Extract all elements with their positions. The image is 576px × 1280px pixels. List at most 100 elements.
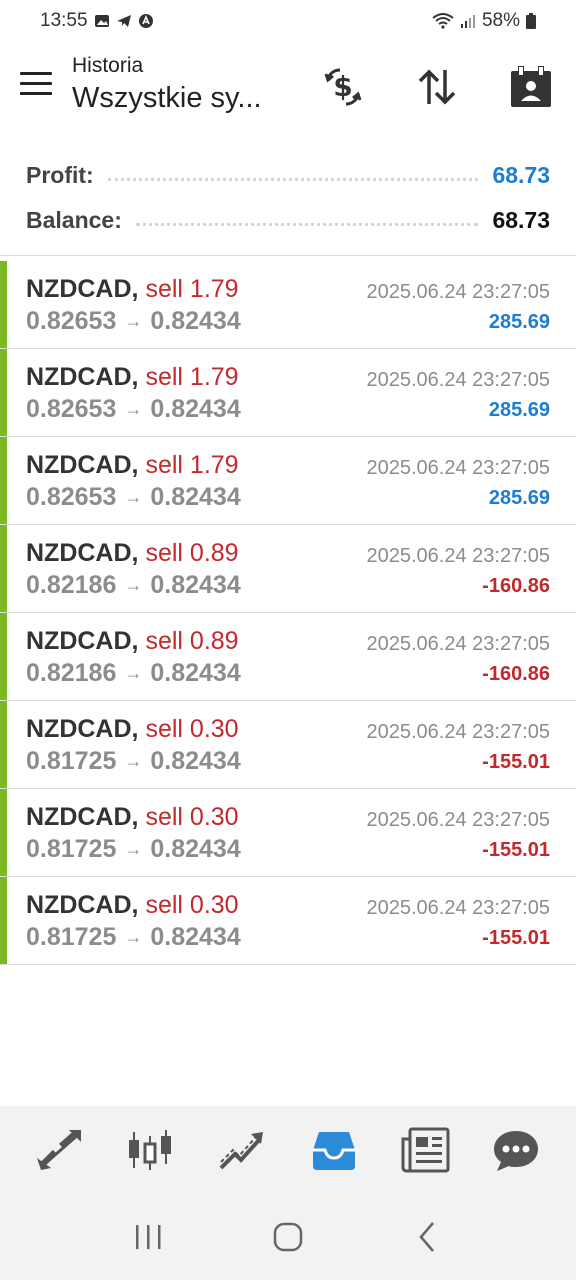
bottom-tab-bar bbox=[0, 1106, 576, 1194]
deal-close-price: 0.82434 bbox=[150, 395, 241, 423]
arrow-right-icon: → bbox=[124, 487, 143, 507]
home-icon[interactable] bbox=[263, 1212, 313, 1262]
deal-time: 2025.06.24 23:27:05 bbox=[366, 721, 550, 743]
deal-open-price: 0.82653 bbox=[26, 395, 117, 423]
deal-symbol: NZDCAD, bbox=[26, 715, 139, 743]
deal-direction: sell 0.30 bbox=[145, 715, 239, 743]
deal-row[interactable]: NZDCAD, sell 1.79 0.82653 → 0.82434 2025.06.… bbox=[0, 437, 576, 525]
gallery-icon bbox=[94, 15, 109, 27]
deal-time: 2025.06.24 23:27:05 bbox=[366, 809, 550, 831]
deal-prices: 0.82653 → 0.82434 bbox=[26, 307, 241, 336]
arrow-right-icon: → bbox=[124, 399, 143, 419]
quotes-icon[interactable] bbox=[30, 1120, 90, 1180]
calendar-icon[interactable] bbox=[508, 64, 554, 110]
deal-title: NZDCAD, sell 0.89 bbox=[26, 539, 239, 568]
deal-profit: -155.01 bbox=[482, 927, 550, 949]
battery-icon bbox=[526, 13, 536, 29]
symbol-filter: Wszystkie sy... bbox=[72, 82, 262, 114]
deal-symbol: NZDCAD, bbox=[26, 451, 139, 479]
arrow-right-icon: → bbox=[124, 927, 143, 947]
deal-direction: sell 0.30 bbox=[145, 891, 239, 919]
recent-apps-icon[interactable] bbox=[124, 1212, 174, 1262]
messages-icon[interactable] bbox=[486, 1120, 546, 1180]
deal-prices: 0.81725 → 0.82434 bbox=[26, 747, 241, 776]
deal-row[interactable]: NZDCAD, sell 0.89 0.82186 → 0.82434 2025.06.… bbox=[0, 613, 576, 701]
deal-profit: -155.01 bbox=[482, 839, 550, 861]
deal-close-price: 0.82434 bbox=[150, 659, 241, 687]
deal-row[interactable]: NZDCAD, sell 0.30 0.81725 → 0.82434 2025.06.… bbox=[0, 877, 576, 965]
deal-row[interactable]: NZDCAD, sell 1.79 0.82653 → 0.82434 2025.06.… bbox=[0, 349, 576, 437]
deal-indicator-bar bbox=[0, 701, 7, 788]
deal-indicator-bar bbox=[0, 261, 7, 348]
status-bar: 13:55 58% bbox=[0, 0, 576, 42]
deal-open-price: 0.82653 bbox=[26, 483, 117, 511]
news-icon[interactable] bbox=[395, 1120, 455, 1180]
deal-symbol: NZDCAD, bbox=[26, 891, 139, 919]
deal-time: 2025.06.24 23:27:05 bbox=[366, 457, 550, 479]
deal-indicator-bar bbox=[0, 349, 7, 436]
deal-direction: sell 0.89 bbox=[145, 627, 239, 655]
signal-icon bbox=[460, 15, 475, 28]
deal-direction: sell 0.89 bbox=[145, 539, 239, 567]
deal-row[interactable]: NZDCAD, sell 1.79 0.82653 → 0.82434 2025.06.… bbox=[0, 261, 576, 349]
deal-close-price: 0.82434 bbox=[150, 483, 241, 511]
trade-icon[interactable] bbox=[212, 1120, 272, 1180]
deal-title: NZDCAD, sell 0.89 bbox=[26, 627, 239, 656]
deal-prices: 0.81725 → 0.82434 bbox=[26, 923, 241, 952]
history-icon[interactable] bbox=[304, 1120, 364, 1180]
deal-profit: -155.01 bbox=[482, 751, 550, 773]
currency-exchange-icon[interactable]: $ bbox=[320, 64, 366, 110]
deal-indicator-bar bbox=[0, 613, 7, 700]
clock: 13:55 bbox=[40, 10, 88, 31]
deal-indicator-bar bbox=[0, 877, 7, 964]
deal-close-price: 0.82434 bbox=[150, 835, 241, 863]
deal-title: NZDCAD, sell 1.79 bbox=[26, 275, 239, 304]
profit-row: Profit: 68.73 bbox=[26, 153, 550, 197]
deal-indicator-bar bbox=[0, 525, 7, 612]
arrow-right-icon: → bbox=[124, 751, 143, 771]
deal-close-price: 0.82434 bbox=[150, 747, 241, 775]
deal-row[interactable]: NZDCAD, sell 0.89 0.82186 → 0.82434 2025.06.… bbox=[0, 525, 576, 613]
balance-value: 68.73 bbox=[492, 206, 550, 233]
deal-open-price: 0.82186 bbox=[26, 571, 117, 599]
deal-time: 2025.06.24 23:27:05 bbox=[366, 633, 550, 655]
title-block[interactable]: Historia Wszystkie sy... bbox=[72, 54, 282, 115]
deal-close-price: 0.82434 bbox=[150, 307, 241, 335]
arrow-right-icon: → bbox=[124, 663, 143, 683]
telegram-icon bbox=[116, 15, 131, 27]
deal-symbol: NZDCAD, bbox=[26, 539, 139, 567]
deal-row[interactable]: NZDCAD, sell 0.30 0.81725 → 0.82434 2025.06.… bbox=[0, 789, 576, 877]
deal-profit: 285.69 bbox=[488, 487, 550, 509]
deal-row[interactable]: NZDCAD, sell 0.30 0.81725 → 0.82434 2025.06.… bbox=[0, 701, 576, 789]
svg-text:$: $ bbox=[333, 70, 352, 103]
deal-title: NZDCAD, sell 0.30 bbox=[26, 803, 239, 832]
deal-time: 2025.06.24 23:27:05 bbox=[366, 545, 550, 567]
deal-prices: 0.82186 → 0.82434 bbox=[26, 571, 241, 600]
wifi-icon bbox=[432, 13, 454, 29]
deal-symbol: NZDCAD, bbox=[26, 363, 139, 391]
menu-icon[interactable] bbox=[20, 72, 52, 100]
arrow-right-icon: → bbox=[124, 839, 143, 859]
deal-close-price: 0.82434 bbox=[150, 923, 241, 951]
sort-icon[interactable] bbox=[414, 64, 460, 110]
chart-icon[interactable] bbox=[121, 1120, 181, 1180]
back-icon[interactable] bbox=[402, 1212, 452, 1262]
deal-symbol: NZDCAD, bbox=[26, 803, 139, 831]
deal-close-price: 0.82434 bbox=[150, 571, 241, 599]
system-nav-bar bbox=[0, 1194, 576, 1280]
deal-title: NZDCAD, sell 1.79 bbox=[26, 363, 239, 392]
deal-open-price: 0.81725 bbox=[26, 747, 117, 775]
deal-open-price: 0.81725 bbox=[26, 923, 117, 951]
profit-value: 68.73 bbox=[492, 161, 550, 188]
deal-indicator-bar bbox=[0, 789, 7, 876]
deal-time: 2025.06.24 23:27:05 bbox=[366, 281, 550, 303]
deal-open-price: 0.82186 bbox=[26, 659, 117, 687]
deal-prices: 0.82186 → 0.82434 bbox=[26, 659, 241, 688]
deal-title: NZDCAD, sell 0.30 bbox=[26, 891, 239, 920]
battery-level: 58% bbox=[481, 10, 520, 31]
deal-profit: -160.86 bbox=[482, 575, 550, 597]
deal-time: 2025.06.24 23:27:05 bbox=[366, 369, 550, 391]
arrow-right-icon: → bbox=[124, 311, 143, 331]
deals-list: NZDCAD, sell 1.79 0.82653 → 0.82434 2025.06.… bbox=[0, 261, 576, 965]
deal-direction: sell 1.79 bbox=[145, 363, 239, 391]
